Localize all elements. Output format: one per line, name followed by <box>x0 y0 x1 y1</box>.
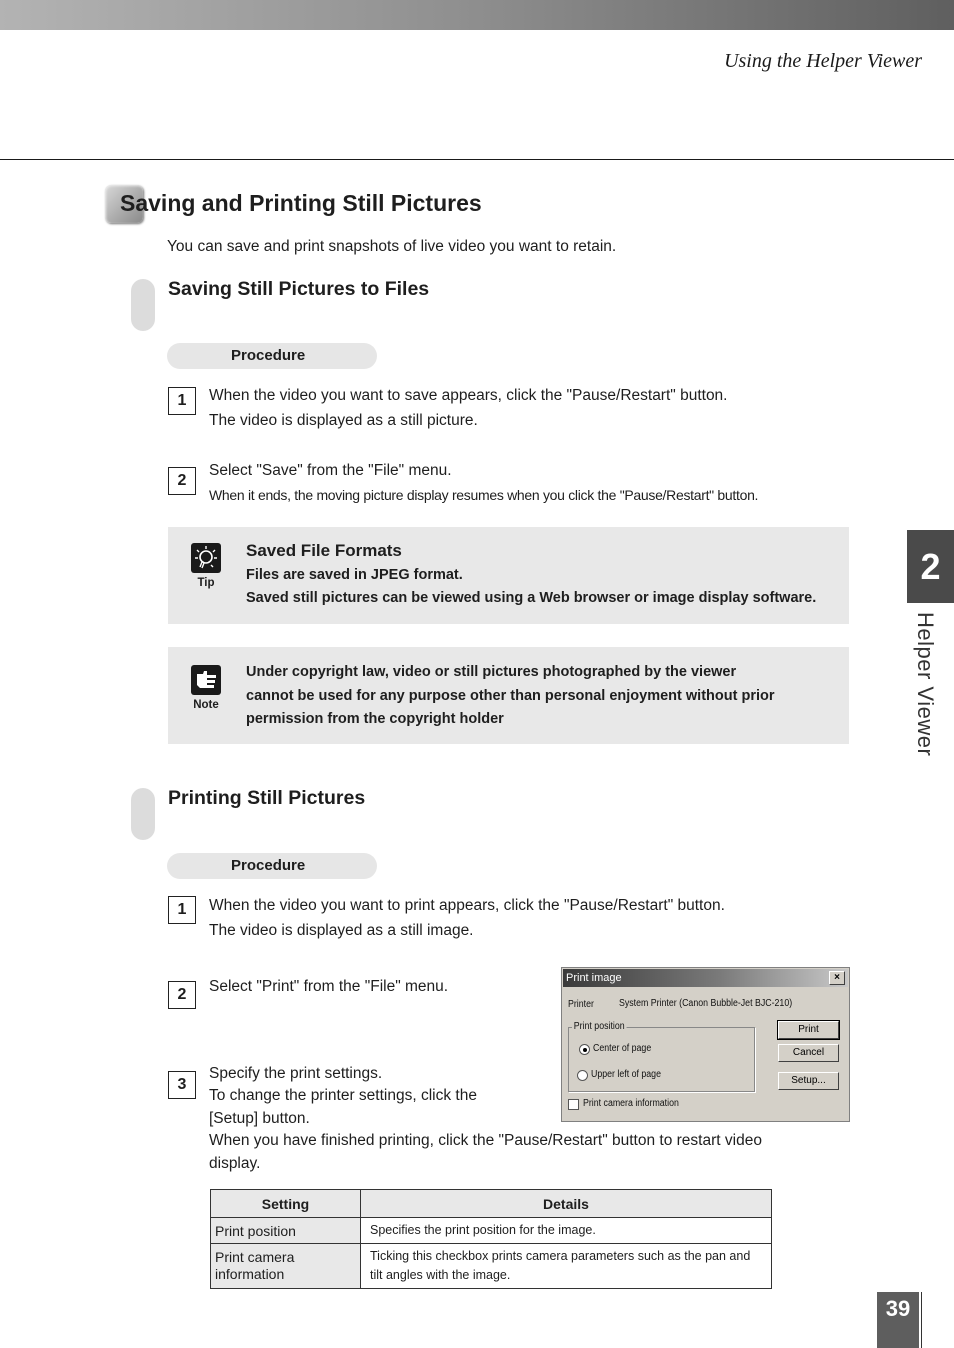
printer-label: Printer <box>568 999 594 1010</box>
header-divider <box>0 159 954 160</box>
print-position-label: Print position <box>572 1021 627 1032</box>
setting-cell: Print camera information <box>210 1243 361 1289</box>
printer-value: System Printer (Canon Bubble-Jet BJC-210… <box>619 998 793 1009</box>
note-label: Note <box>193 699 219 711</box>
step-text: Select "Print" from the "File" menu. <box>209 974 448 999</box>
dialog-title: Print image <box>566 972 622 984</box>
radio-label: Upper left of page <box>591 1069 661 1080</box>
step-number: 3 <box>168 1071 196 1099</box>
step-line: display. <box>209 1154 261 1172</box>
subsection-title-saving: Saving Still Pictures to Files <box>168 278 430 300</box>
procedure-label: Procedure <box>167 343 377 369</box>
step-text: When the video you want to print appears… <box>209 893 725 943</box>
running-header: Using the Helper Viewer <box>724 50 922 72</box>
setup-button[interactable]: Setup... <box>778 1072 839 1090</box>
note-line: permission from the copyright holder <box>246 711 504 727</box>
column-header: Setting <box>210 1189 361 1218</box>
section-intro: You can save and print snapshots of live… <box>167 238 617 255</box>
chapter-label: Helper Viewer <box>913 612 938 757</box>
note-line: Under copyright law, video or still pict… <box>246 664 737 680</box>
print-image-dialog: Print image × Printer System Printer (Ca… <box>561 967 850 1122</box>
step-line: The video is displayed as a still pictur… <box>209 412 478 429</box>
note-callout: Note Under copyright law, video or still… <box>168 647 849 744</box>
step-line: Select "Print" from the "File" menu. <box>209 978 449 995</box>
procedure-label: Procedure <box>167 853 377 879</box>
setting-cell: Print position <box>210 1217 361 1244</box>
table-row: Print position Specifies the print posit… <box>210 1217 772 1244</box>
page-number: 39 <box>877 1292 919 1348</box>
top-gradient-bar <box>0 0 954 30</box>
step-number: 2 <box>168 467 196 495</box>
chapter-tab: 2 <box>907 530 954 603</box>
step-text: Select "Save" from the "File" menu. When… <box>209 458 758 508</box>
step-line: When it ends, the moving picture display… <box>209 487 759 503</box>
step-number: 2 <box>168 981 196 1009</box>
print-position-group <box>568 1027 755 1092</box>
settings-table: Setting Details Print position Specifies… <box>210 1189 772 1289</box>
step-line: When the video you want to print appears… <box>209 897 725 914</box>
tip-line: Saved still pictures can be viewed using… <box>246 590 817 606</box>
pointing-hand-icon <box>191 665 221 695</box>
tip-title: Saved File Formats <box>246 541 402 560</box>
lightbulb-icon <box>191 543 221 573</box>
table-row: Print camera information Ticking this ch… <box>210 1243 772 1289</box>
step-line: When you have finished printing, click t… <box>209 1132 762 1150</box>
step-line: When the video you want to save appears,… <box>209 387 728 404</box>
checkbox-label: Print camera information <box>583 1098 679 1109</box>
step-line: Select "Save" from the "File" menu. <box>209 462 452 479</box>
subsection-marker-icon <box>131 279 155 331</box>
table-header-row: Setting Details <box>210 1189 772 1218</box>
note-line: cannot be used for any purpose other tha… <box>246 688 775 704</box>
subsection-marker-icon <box>131 788 155 840</box>
radio-label: Center of page <box>593 1043 652 1054</box>
dialog-titlebar: Print image × <box>563 969 848 987</box>
section-title: Saving and Printing Still Pictures <box>120 190 482 216</box>
step-line: The video is displayed as a still image. <box>209 922 474 939</box>
details-cell: Ticking this checkbox prints camera para… <box>360 1243 772 1289</box>
page-number-divider <box>921 1292 922 1348</box>
details-cell: Specifies the print position for the ima… <box>360 1217 772 1244</box>
step-text: When the video you want to save appears,… <box>209 383 728 433</box>
cancel-button[interactable]: Cancel <box>778 1044 839 1062</box>
close-icon[interactable]: × <box>829 971 845 985</box>
radio-upper-left-of-page[interactable] <box>577 1070 588 1081</box>
column-header: Details <box>360 1189 772 1218</box>
radio-center-of-page[interactable] <box>579 1044 590 1055</box>
print-camera-info-checkbox[interactable] <box>568 1099 579 1110</box>
step-number: 1 <box>168 896 196 924</box>
tip-label: Tip <box>197 577 215 589</box>
tip-line: Files are saved in JPEG format. <box>246 567 463 583</box>
print-button[interactable]: Print <box>777 1020 840 1040</box>
subsection-title-printing: Printing Still Pictures <box>168 787 366 809</box>
tip-callout: Tip Saved File Formats Files are saved i… <box>168 527 849 624</box>
step-number: 1 <box>168 387 196 415</box>
